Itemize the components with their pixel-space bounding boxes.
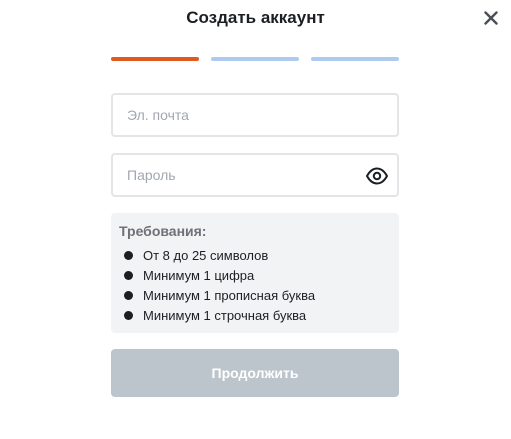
requirements-list: От 8 до 25 символов Минимум 1 цифра Мини… bbox=[119, 245, 391, 325]
close-icon bbox=[484, 11, 498, 25]
requirement-label: От 8 до 25 символов bbox=[143, 247, 269, 263]
bullet-icon bbox=[124, 250, 133, 260]
requirement-label: Минимум 1 прописная буква bbox=[143, 287, 316, 303]
bullet-icon bbox=[124, 270, 133, 280]
bullet-icon bbox=[124, 310, 133, 320]
password-field-wrapper bbox=[111, 153, 399, 197]
eye-icon bbox=[366, 167, 388, 185]
requirement-item: Минимум 1 строчная буква bbox=[119, 305, 391, 325]
password-requirements: Требования: От 8 до 25 символов Минимум … bbox=[111, 213, 399, 333]
requirements-title: Требования: bbox=[119, 223, 207, 239]
step-indicator-2 bbox=[211, 57, 299, 61]
bullet-icon bbox=[124, 290, 133, 300]
email-field-wrapper bbox=[111, 93, 399, 137]
requirement-item: От 8 до 25 символов bbox=[119, 245, 391, 265]
step-indicator-1 bbox=[111, 57, 199, 61]
show-password-toggle[interactable] bbox=[365, 164, 389, 188]
email-field[interactable] bbox=[113, 95, 397, 135]
step-progress bbox=[111, 57, 399, 61]
requirement-item: Минимум 1 прописная буква bbox=[119, 285, 391, 305]
close-button[interactable] bbox=[480, 7, 502, 29]
requirement-item: Минимум 1 цифра bbox=[119, 265, 391, 285]
requirement-label: Минимум 1 строчная буква bbox=[143, 307, 307, 323]
step-indicator-3 bbox=[311, 57, 399, 61]
requirement-label: Минимум 1 цифра bbox=[143, 267, 255, 283]
password-field[interactable] bbox=[113, 155, 397, 195]
continue-button[interactable]: Продолжить bbox=[111, 349, 399, 397]
create-account-dialog: Создать аккаунт Требования: От 8 до 25 с… bbox=[0, 0, 511, 439]
dialog-title: Создать аккаунт bbox=[186, 8, 325, 27]
